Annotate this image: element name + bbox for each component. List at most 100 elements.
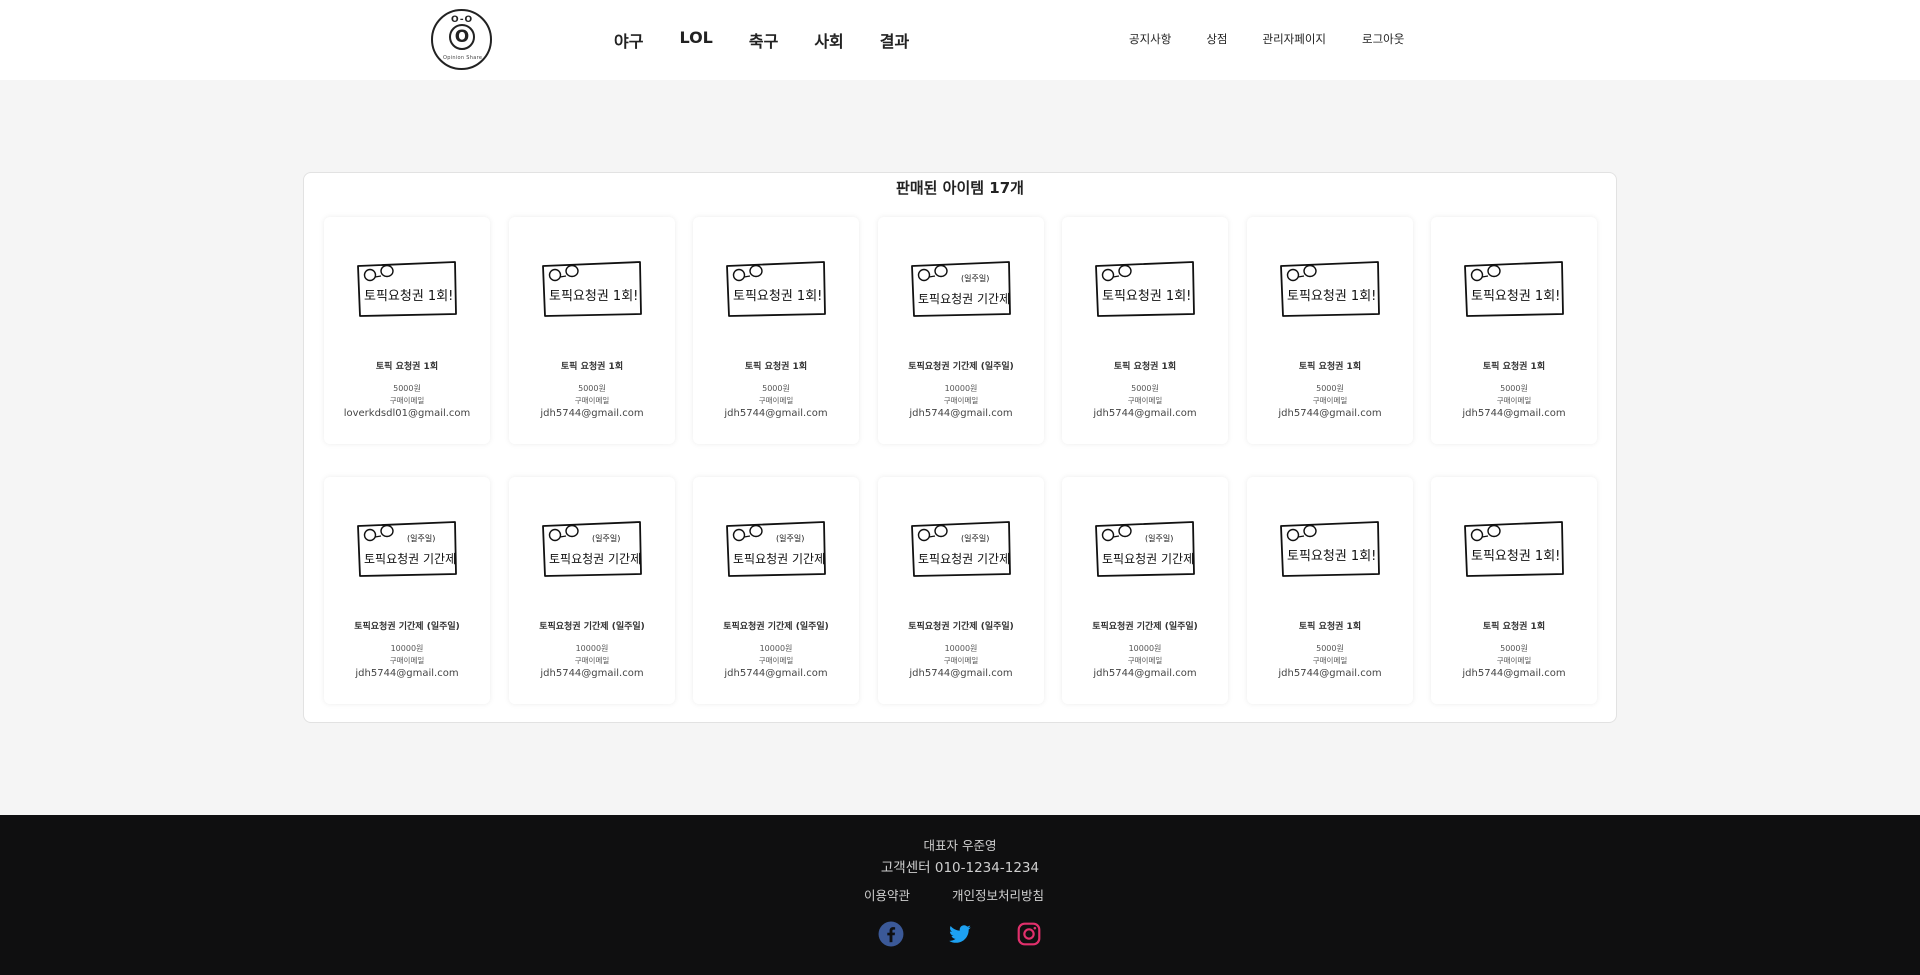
item-card[interactable]: 토픽요청권 1회! 토픽 요청권 1회 5000원 구매이메일 jdh5744@gmai… <box>1062 217 1228 444</box>
item-name: 토픽요청권 기간제 (일주일) <box>908 362 1014 372</box>
buyer-email: jdh5744@gmail.com <box>724 668 828 679</box>
main-nav: 야구 LOL 축구 사회 결과 <box>614 28 945 52</box>
item-card[interactable]: 토픽요청권 기간제 (일주일) 토픽요청권 기간제 (일주일) 10000원 구매이메일… <box>324 477 490 704</box>
item-card[interactable]: 토픽요청권 1회! 토픽 요청권 1회 5000원 구매이메일 jdh5744@gmai… <box>1247 477 1413 704</box>
ticket-tag: (일주일) <box>776 534 804 543</box>
facebook-icon[interactable] <box>878 921 904 947</box>
ticket-single-icon: 토픽요청권 1회! <box>1464 261 1564 317</box>
item-card[interactable]: 토픽요청권 1회! 토픽 요청권 1회 5000원 구매이메일 jdh5744@gmai… <box>509 217 675 444</box>
item-card[interactable]: 토픽요청권 기간제 (일주일) 토픽요청권 기간제 (일주일) 10000원 구매이메일… <box>693 477 859 704</box>
ticket-text: 토픽요청권 1회! <box>1287 549 1376 564</box>
ticket-tag: (일주일) <box>407 534 435 543</box>
ticket-single-icon: 토픽요청권 1회! <box>1280 261 1380 317</box>
ticket-text: 토픽요청권 기간제 <box>549 552 641 566</box>
ticket-text: 토픽요청권 1회! <box>1287 289 1376 304</box>
nav-baseball[interactable]: 야구 <box>614 28 643 52</box>
buyer-email-label: 구매이메일 <box>1127 656 1163 665</box>
logo-letter: O <box>449 24 475 50</box>
item-card[interactable]: 토픽요청권 1회! 토픽 요청권 1회 5000원 구매이메일 jdh5744@gmai… <box>1431 477 1597 704</box>
item-card[interactable]: 토픽요청권 1회! 토픽 요청권 1회 5000원구매이메일 loverkdsdl01… <box>324 217 490 444</box>
item-card[interactable]: 토픽요청권 기간제 (일주일) 토픽요청권 기간제 (일주일) 10000원 구매이메일… <box>878 477 1044 704</box>
item-name: 토픽 요청권 1회 <box>560 362 624 372</box>
terms-link[interactable]: 이용약관 <box>864 888 910 903</box>
nav-lol[interactable]: LOL <box>679 28 712 52</box>
nav-soccer[interactable]: 축구 <box>749 28 778 52</box>
item-price: 10000원 <box>944 384 978 393</box>
ticket-tag: (일주일) <box>592 534 620 543</box>
buyer-email-label: 구매이메일 <box>943 396 979 405</box>
ticket-single-icon: 토픽요청권 1회! <box>1280 521 1380 577</box>
buyer-email: jdh5744@gmail.com <box>909 408 1013 419</box>
nav-results[interactable]: 결과 <box>880 28 909 52</box>
twitter-icon[interactable] <box>947 921 973 947</box>
item-price: 5000원 <box>1316 384 1344 393</box>
ticket-tag: (일주일) <box>961 274 989 283</box>
item-name: 토픽요청권 기간제 (일주일) <box>908 622 1014 632</box>
ticket-single-icon: 토픽요청권 1회! <box>726 261 826 317</box>
ticket-tag: (일주일) <box>961 534 989 543</box>
nav-logout[interactable]: 로그아웃 <box>1362 31 1404 47</box>
buyer-email: jdh5744@gmail.com <box>1278 668 1382 679</box>
buyer-email: jdh5744@gmail.com <box>355 668 459 679</box>
buyer-email-label: 구매이메일 <box>1127 396 1163 405</box>
site-header: O-O O Opinion Share 야구 LOL 축구 사회 결과 공지사항… <box>0 0 1920 80</box>
item-price: 5000원 <box>762 384 790 393</box>
nav-admin[interactable]: 관리자페이지 <box>1263 31 1326 47</box>
ticket-single-icon: 토픽요청권 1회! <box>1095 261 1195 317</box>
ticket-text: 토픽요청권 1회! <box>1102 289 1191 304</box>
buyer-email: jdh5744@gmail.com <box>909 668 1013 679</box>
item-price: 5000원 <box>1316 644 1344 653</box>
item-name: 토픽 요청권 1회 <box>1298 362 1362 372</box>
panel-title: 판매된 아이템 17개 <box>896 179 1024 197</box>
nav-notice[interactable]: 공지사항 <box>1129 31 1171 47</box>
buyer-email-label: 구매이메일 <box>389 396 425 405</box>
item-name: 토픽 요청권 1회 <box>375 362 439 372</box>
item-name: 토픽요청권 기간제 (일주일) <box>354 622 460 632</box>
buyer-email: jdh5744@gmail.com <box>1462 668 1566 679</box>
nav-society[interactable]: 사회 <box>814 28 843 52</box>
ticket-text: 토픽요청권 기간제 <box>918 552 1010 566</box>
ticket-single-icon: 토픽요청권 1회! <box>357 261 457 317</box>
ticket-weekly-icon: 토픽요청권 기간제 (일주일) <box>542 521 642 577</box>
item-name: 토픽요청권 기간제 (일주일) <box>539 622 645 632</box>
buyer-email-label: 구매이메일 <box>1496 656 1532 665</box>
item-card[interactable]: 토픽요청권 1회! 토픽 요청권 1회 5000원 구매이메일 jdh5744@gmai… <box>1431 217 1597 444</box>
item-card[interactable]: 토픽요청권 기간제 (일주일) 토픽요청권 기간제 (일주일) 10000원 구매이메일… <box>509 477 675 704</box>
buyer-email-label: 구매이메일 <box>758 396 794 405</box>
site-logo[interactable]: O-O O Opinion Share <box>431 9 492 70</box>
nav-shop[interactable]: 상점 <box>1206 31 1227 47</box>
instagram-icon[interactable] <box>1016 921 1042 947</box>
item-name: 토픽요청권 기간제 (일주일) <box>723 622 829 632</box>
ticket-text: 토픽요청권 기간제 <box>918 292 1010 306</box>
sold-items-panel: 판매된 아이템 17개 토픽요청권 1회! 토픽 요청권 1회 5000원 구매이메일… <box>303 172 1617 723</box>
item-price: 5000원 <box>1500 644 1528 653</box>
ticket-weekly-icon: 토픽요청권 기간제 (일주일) <box>911 521 1011 577</box>
ticket-tag: (일주일) <box>1145 534 1173 543</box>
item-price: 5000원 <box>393 384 421 393</box>
item-price: 10000원 <box>759 644 793 653</box>
item-price: 5000원 <box>578 384 606 393</box>
buyer-email-label: 구매이메일 <box>1496 396 1532 405</box>
item-card[interactable]: 토픽요청권 1회! 토픽 요청권 1회 5000원 구매이메일 jdh5744@gmai… <box>1247 217 1413 444</box>
privacy-link[interactable]: 개인정보처리방침 <box>952 888 1044 903</box>
ticket-single-icon: 토픽요청권 1회! <box>542 261 642 317</box>
item-card[interactable]: 토픽요청권 기간제 (일주일) 토픽요청권 기간제 (일주일) 10000원구매이메일… <box>878 217 1044 444</box>
ticket-single-icon: 토픽요청권 1회! <box>1464 521 1564 577</box>
item-card[interactable]: 토픽요청권 1회! 토픽 요청권 1회 5000원 구매이메일 jdh5744@gmai… <box>693 217 859 444</box>
buyer-email-label: 구매이메일 <box>758 656 794 665</box>
ticket-text: 토픽요청권 기간제 <box>364 552 456 566</box>
item-price: 10000원 <box>1128 644 1162 653</box>
site-footer: 대표자 우준영 고객센터 010-1234-1234 이용약관 개인정보처리방침 <box>0 815 1920 975</box>
item-card[interactable]: 토픽요청권 기간제 (일주일) 토픽요청권 기간제 (일주일) 10000원구매이메일… <box>1062 477 1228 704</box>
item-price: 5000원 <box>1500 384 1528 393</box>
buyer-email-label: 구매이메일 <box>1312 656 1348 665</box>
ticket-weekly-icon: 토픽요청권 기간제 (일주일) <box>1095 521 1195 577</box>
ticket-text: 토픽요청권 1회! <box>1471 549 1560 564</box>
ticket-text: 토픽요청권 1회! <box>1471 289 1560 304</box>
buyer-email: loverkdsdl01@gmail.com <box>343 408 471 419</box>
buyer-email: jdh5744@gmail.com <box>1278 408 1382 419</box>
footer-links: 이용약관 개인정보처리방침 <box>864 885 1082 904</box>
item-price: 10000원 <box>390 644 424 653</box>
item-name: 토픽요청권 기간제 (일주일) <box>1092 622 1198 632</box>
item-name: 토픽 요청권 1회 <box>744 362 808 372</box>
